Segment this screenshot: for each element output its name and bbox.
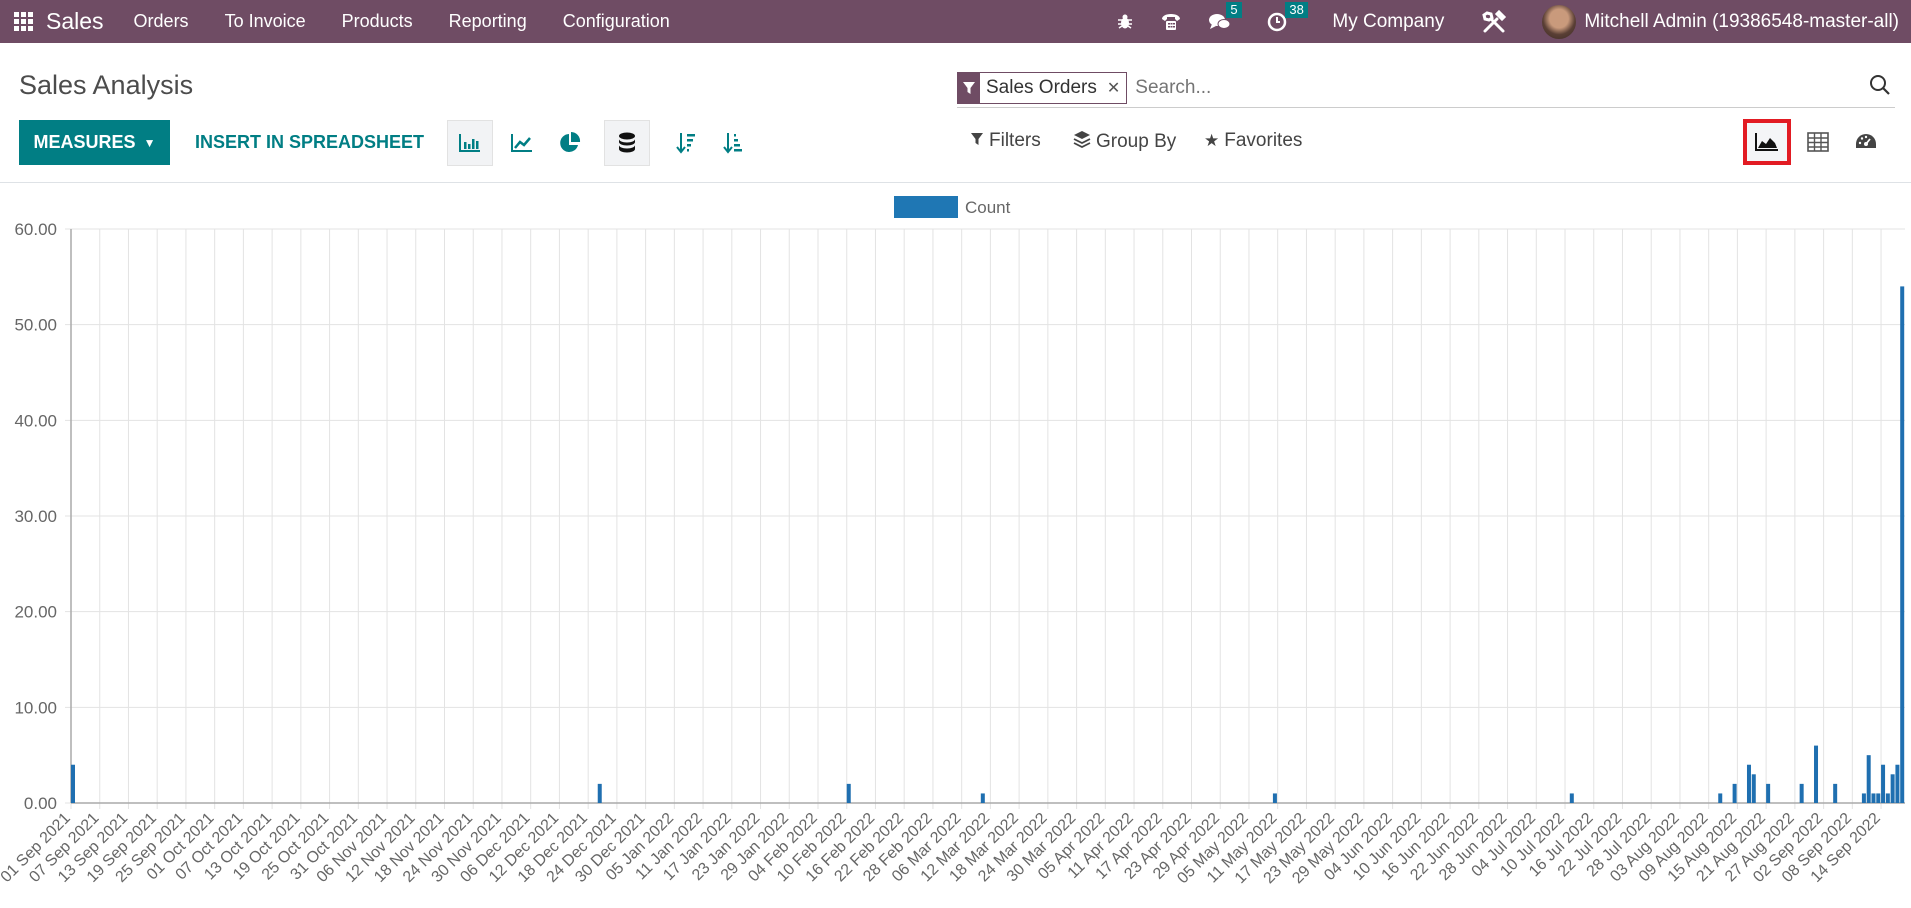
measures-label: MEASURES — [33, 132, 136, 152]
bar[interactable] — [1766, 783, 1771, 803]
y-axis: 0.00 10.00 20.00 30.00 40.00 50.00 60.00 — [14, 220, 72, 813]
y-tick-label: 0.00 — [24, 794, 57, 813]
y-tick-label: 40.00 — [14, 411, 57, 430]
bar[interactable] — [1272, 793, 1277, 803]
insert-in-spreadsheet-button[interactable]: INSERT IN SPREADSHEET — [195, 120, 424, 165]
caret-down-icon: ▼ — [143, 135, 156, 150]
menu-orders[interactable]: Orders — [134, 11, 189, 32]
line-chart-icon — [511, 134, 532, 152]
dashboard-gauge-icon — [1856, 134, 1876, 148]
sort-descending-icon — [676, 133, 695, 154]
bar[interactable] — [1871, 793, 1876, 803]
measures-button[interactable]: MEASURES ▼ — [19, 120, 170, 165]
x-axis: 01 Sep 202107 Sep 202113 Sep 202119 Sep … — [0, 802, 1905, 887]
y-tick-label: 50.00 — [14, 316, 57, 335]
bar-chart: Count 0.00 10.00 20.00 30.00 40.00 50.00 60.00… — [0, 196, 1905, 887]
sort-descending-button[interactable] — [663, 120, 709, 166]
sort-ascending-icon — [723, 133, 742, 154]
user-menu[interactable]: Mitchell Admin (19386548-master-all) — [1584, 11, 1899, 33]
top-navbar: Sales Orders To Invoice Products Reporti… — [0, 0, 1911, 43]
phone-icon[interactable] — [1160, 12, 1182, 32]
search-bar: Sales Orders ✕ — [957, 68, 1895, 108]
bar[interactable] — [1895, 764, 1900, 803]
pivot-view-button[interactable] — [1794, 119, 1842, 165]
groupby-dropdown[interactable]: Group By — [1073, 130, 1176, 153]
app-brand[interactable]: Sales — [46, 8, 104, 35]
layers-icon — [1073, 130, 1091, 153]
bar[interactable] — [980, 793, 985, 803]
activities-badge: 38 — [1285, 1, 1308, 18]
bar[interactable] — [1900, 286, 1905, 803]
messages-badge: 5 — [1226, 1, 1242, 18]
menu-configuration[interactable]: Configuration — [563, 11, 670, 32]
bar[interactable] — [1861, 793, 1866, 803]
menu-to-invoice[interactable]: To Invoice — [225, 11, 306, 32]
menu-reporting[interactable]: Reporting — [449, 11, 527, 32]
bar[interactable] — [1569, 793, 1574, 803]
groupby-label: Group By — [1096, 130, 1177, 152]
y-tick-label: 20.00 — [14, 603, 57, 622]
messages-icon[interactable]: 5 — [1208, 1, 1242, 32]
y-tick-label: 30.00 — [14, 507, 57, 526]
favorites-label: Favorites — [1224, 130, 1303, 151]
page-title: Sales Analysis — [19, 70, 194, 100]
app-menu-button[interactable] — [0, 0, 46, 43]
facet-value: Sales Orders — [986, 76, 1097, 98]
control-panel: Sales Analysis Sales Orders ✕ MEASURES ▼… — [0, 43, 1911, 183]
bar[interactable] — [1885, 793, 1890, 803]
bar[interactable] — [1881, 764, 1886, 803]
graph-view-button[interactable] — [1743, 119, 1791, 165]
bar-chart-button[interactable] — [447, 120, 493, 166]
y-tick-label: 60.00 — [14, 220, 57, 239]
bar[interactable] — [71, 764, 75, 803]
bar[interactable] — [597, 783, 602, 803]
search-icon[interactable] — [1869, 74, 1891, 102]
pie-chart-icon — [560, 132, 581, 152]
tools-icon[interactable] — [1481, 9, 1507, 35]
chart-legend[interactable]: Count — [894, 196, 1011, 218]
pie-chart-button[interactable] — [547, 120, 593, 166]
activities-clock-icon[interactable]: 38 — [1267, 1, 1308, 32]
bar[interactable] — [1814, 745, 1819, 803]
search-facet: Sales Orders ✕ — [957, 71, 1128, 104]
line-chart-button[interactable] — [499, 120, 545, 166]
y-tick-label: 10.00 — [14, 698, 57, 717]
search-input[interactable] — [1135, 76, 1869, 99]
bar[interactable] — [1876, 793, 1881, 803]
legend-swatch-count — [894, 196, 958, 218]
dashboard-view-button[interactable] — [1842, 119, 1890, 165]
bar[interactable] — [846, 783, 851, 803]
bar[interactable] — [1833, 783, 1838, 803]
user-avatar[interactable] — [1542, 4, 1577, 39]
star-icon: ★ — [1204, 131, 1220, 150]
database-stack-icon — [619, 132, 635, 153]
apps-grid-icon — [13, 12, 33, 31]
bar[interactable] — [1890, 774, 1895, 803]
filter-icon — [958, 72, 980, 103]
chart-grid — [65, 228, 1905, 809]
debug-bug-icon[interactable] — [1116, 13, 1134, 31]
bar[interactable] — [1732, 783, 1737, 803]
bar[interactable] — [1866, 755, 1871, 803]
bar[interactable] — [1746, 764, 1751, 803]
legend-label-count: Count — [965, 198, 1011, 217]
table-grid-icon — [1807, 132, 1829, 152]
company-switcher[interactable]: My Company — [1332, 11, 1444, 33]
bar-chart-icon — [459, 134, 480, 152]
filters-dropdown[interactable]: Filters — [970, 130, 1041, 152]
bar[interactable] — [1799, 783, 1804, 803]
stacked-toggle-button[interactable] — [604, 120, 650, 166]
bar[interactable] — [1718, 793, 1723, 803]
bar-series-count — [71, 286, 1905, 803]
menu-products[interactable]: Products — [342, 11, 413, 32]
filters-label: Filters — [989, 130, 1041, 151]
sort-ascending-button[interactable] — [710, 120, 756, 166]
area-chart-icon — [1755, 133, 1778, 151]
graph-area: Count 0.00 10.00 20.00 30.00 40.00 50.00 60.00… — [0, 182, 1911, 903]
favorites-dropdown[interactable]: ★ Favorites — [1204, 130, 1302, 152]
bar[interactable] — [1751, 774, 1756, 803]
filter-icon — [970, 131, 984, 151]
remove-facet-icon[interactable]: ✕ — [1107, 78, 1120, 98]
